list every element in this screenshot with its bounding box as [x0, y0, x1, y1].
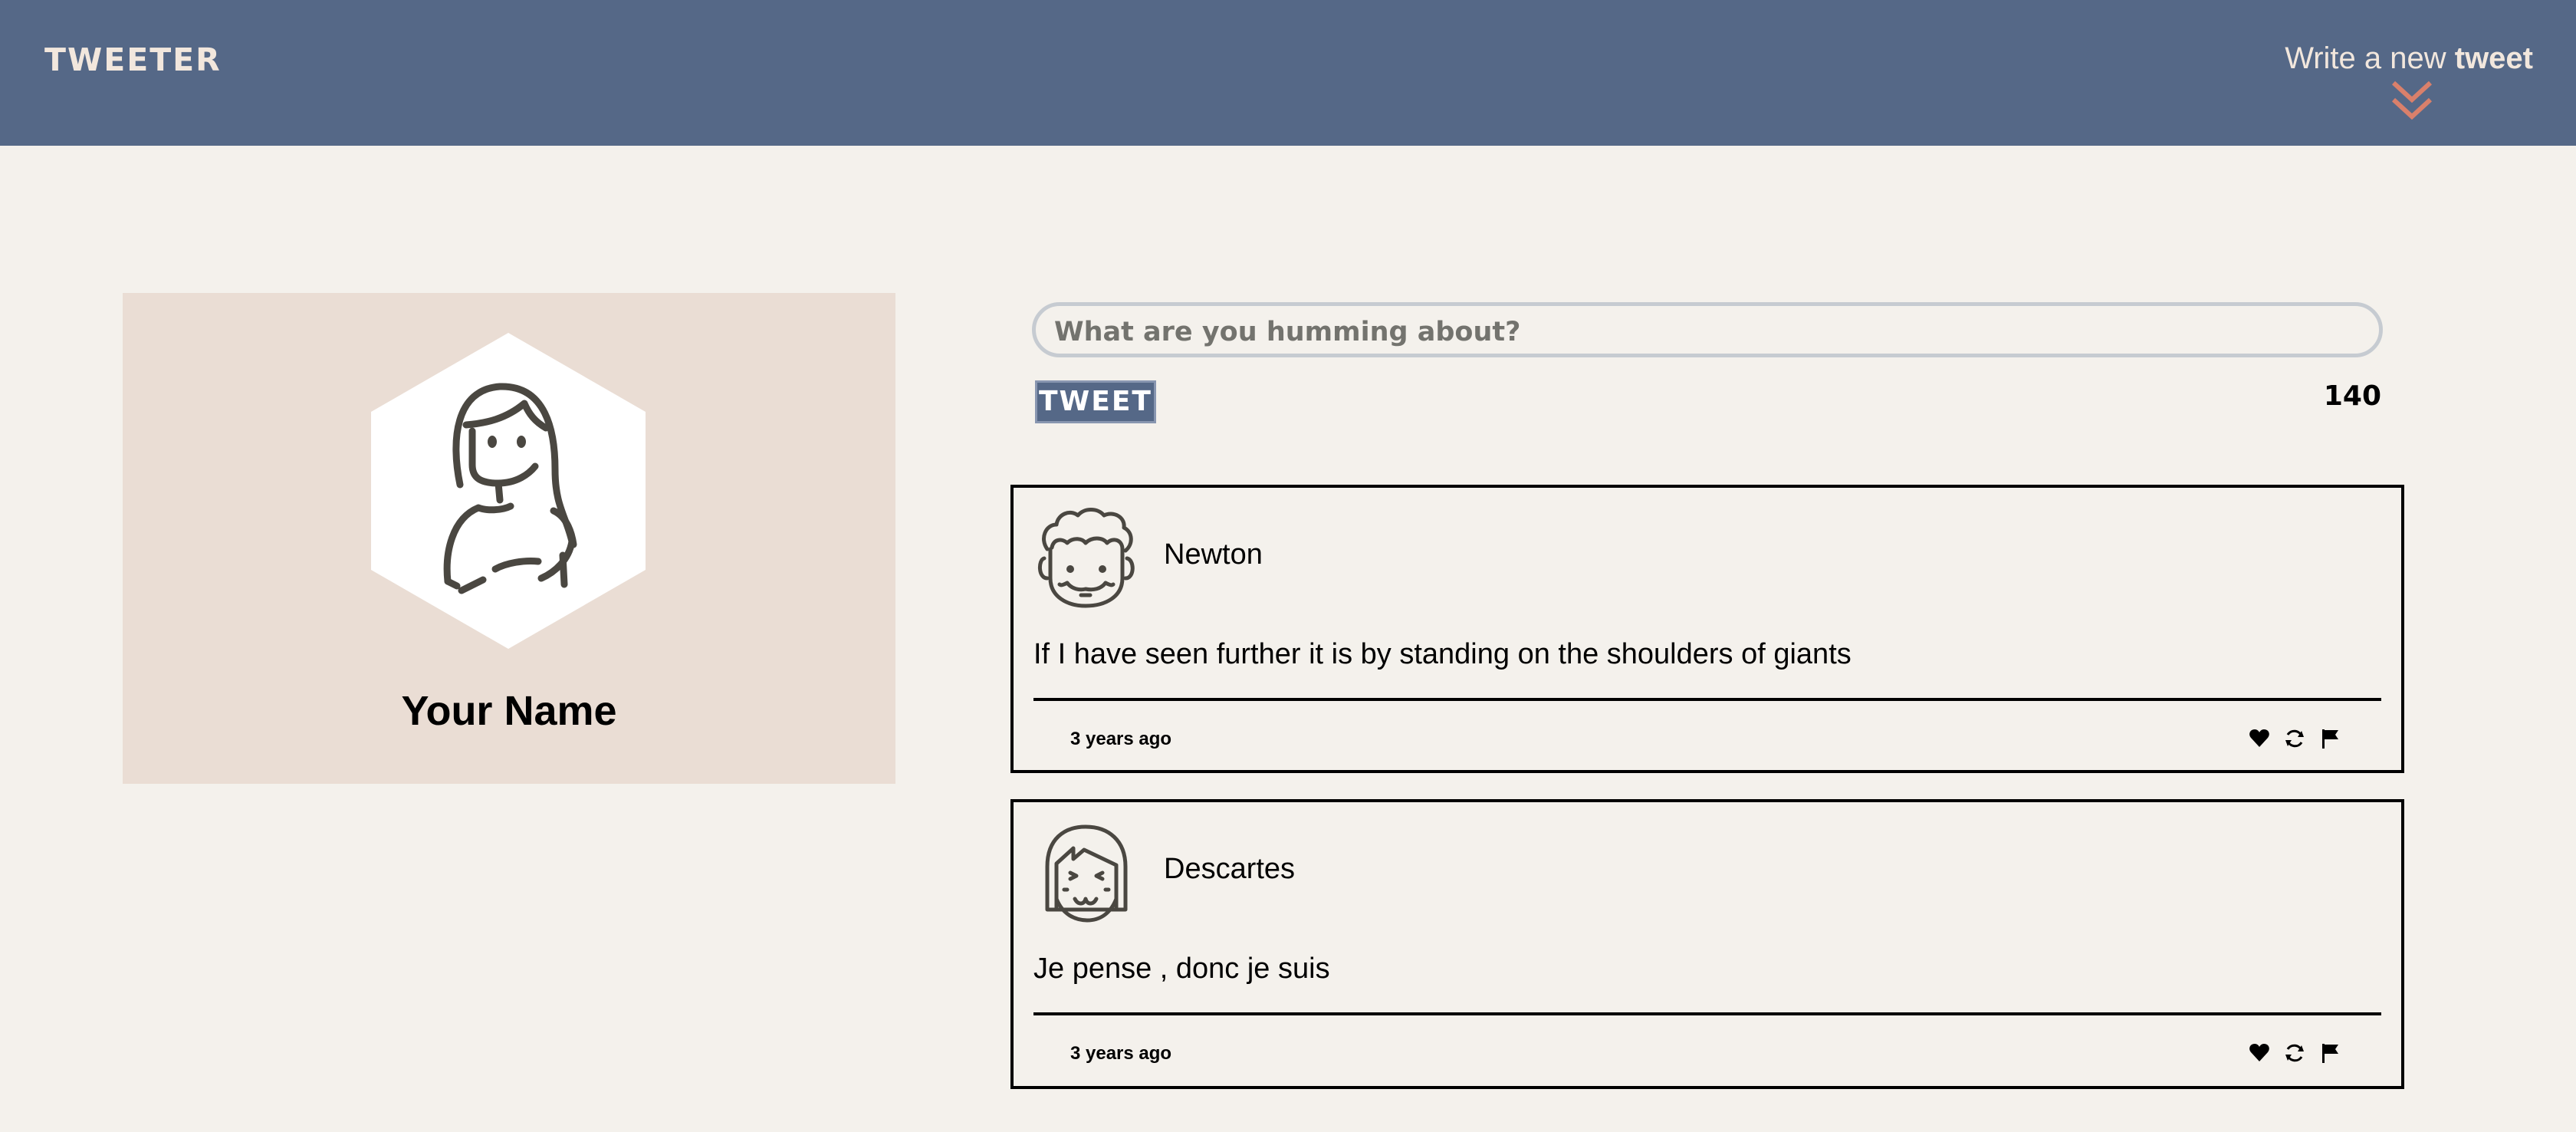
profile-name: Your Name	[401, 688, 617, 734]
compose-link-prefix: Write a new	[2285, 41, 2455, 75]
woman-avatar-icon	[371, 333, 646, 649]
retweet-icon[interactable]	[2283, 727, 2306, 750]
brand-logo[interactable]: TWEETER	[44, 41, 222, 78]
tweet-author: Newton	[1164, 538, 1263, 571]
heart-icon[interactable]	[2248, 1042, 2271, 1065]
tweet-compose-input[interactable]: What are you humming about?	[1032, 302, 2383, 357]
compose-link-bold: tweet	[2454, 41, 2533, 75]
character-counter: 140	[2323, 380, 2381, 412]
write-new-tweet-link[interactable]: Write a new tweet	[2285, 41, 2533, 76]
double-chevron-down-icon[interactable]	[2390, 78, 2433, 124]
tweet-timestamp: 3 years ago	[1070, 729, 1172, 749]
tweet-content: Je pense , donc je suis	[1033, 953, 1330, 985]
tweet-card: Newton If I have seen further it is by s…	[1010, 485, 2404, 773]
tweet-button[interactable]: TWEET	[1035, 380, 1156, 423]
tweet-author: Descartes	[1164, 853, 1296, 885]
heart-icon[interactable]	[2248, 727, 2271, 750]
bob-hair-avatar-icon	[1045, 824, 1128, 923]
flag-icon[interactable]	[2318, 727, 2341, 750]
tweet-actions	[2248, 726, 2341, 752]
tweet-card: Descartes Je pense , donc je suis 3 year…	[1010, 799, 2404, 1089]
flag-icon[interactable]	[2318, 1042, 2341, 1065]
profile-card: Your Name	[123, 293, 895, 784]
tweet-divider	[1033, 1012, 2381, 1015]
tweet-content: If I have seen further it is by standing…	[1033, 638, 1852, 670]
tweet-timestamp: 3 years ago	[1070, 1043, 1172, 1064]
top-nav: TWEETER Write a new tweet	[0, 0, 2576, 146]
tweet-divider	[1033, 698, 2381, 701]
tweet-actions	[2248, 1040, 2341, 1066]
curly-hair-man-avatar-icon	[1038, 508, 1135, 608]
retweet-icon[interactable]	[2283, 1042, 2306, 1065]
